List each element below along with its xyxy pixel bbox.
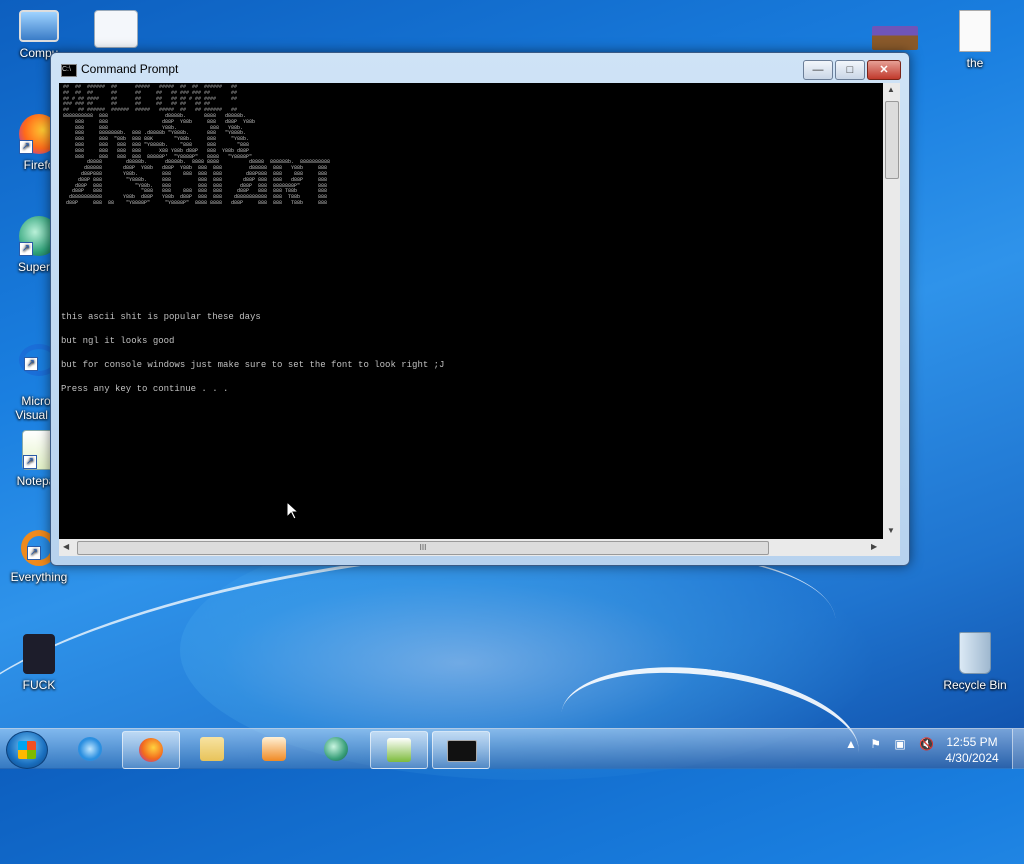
- shortcut-arrow-icon: ↗: [24, 357, 38, 371]
- scroll-left-arrow-icon[interactable]: ◀: [63, 542, 69, 551]
- taskbar-file-explorer[interactable]: [184, 731, 240, 767]
- folder-icon: [200, 737, 224, 761]
- horizontal-scroll-thumb[interactable]: III: [77, 541, 769, 555]
- console-text: this ascii shit is popular these days bu…: [61, 297, 444, 409]
- action-center-flag-icon[interactable]: ⚑: [870, 737, 881, 751]
- taskbar: ▲ ⚑ ▣ 🔇 12:55 PM 4/30/2024: [0, 728, 1024, 769]
- taskbar-supermium[interactable]: [308, 731, 364, 767]
- taskbar-command-prompt[interactable]: [432, 731, 490, 769]
- supermium-icon: [324, 737, 348, 761]
- console-line: Press any key to continue . . .: [61, 384, 229, 394]
- console-line: but ngl it looks good: [61, 336, 175, 346]
- desktop-icon-label: FUCK: [22, 678, 56, 692]
- horizontal-scrollbar[interactable]: ◀ III ▶: [59, 539, 883, 556]
- control-panel-icon: [94, 10, 138, 48]
- console-line: this ascii shit is popular these days: [61, 312, 261, 322]
- desktop-icon-fuck[interactable]: FUCK: [4, 634, 74, 692]
- computer-icon: [19, 10, 59, 42]
- taskbar-notepad-plus-plus[interactable]: [370, 731, 428, 769]
- desktop-icon-label: Everything: [10, 570, 68, 584]
- scroll-up-arrow-icon[interactable]: ▲: [887, 85, 895, 94]
- desktop-icon-control-panel[interactable]: [81, 10, 151, 52]
- scroll-right-arrow-icon[interactable]: ▶: [871, 542, 877, 551]
- taskbar-internet-explorer[interactable]: [62, 731, 118, 767]
- clock-date: 4/30/2024: [945, 751, 999, 765]
- network-icon[interactable]: ▣: [894, 737, 905, 751]
- desktop-icon-the[interactable]: the: [940, 10, 1010, 70]
- system-tray: ▲ ⚑ ▣ 🔇: [845, 737, 944, 751]
- desktop-icon-label: the: [966, 56, 984, 70]
- show-hidden-icons-chevron-icon[interactable]: ▲: [845, 737, 857, 751]
- recycle-bin-icon: [959, 632, 991, 674]
- clock[interactable]: 12:55 PM 4/30/2024: [940, 734, 1004, 766]
- shortcut-arrow-icon: ↗: [19, 242, 33, 256]
- minimize-button[interactable]: —: [803, 60, 833, 80]
- ascii-art: ## ## ###### ## ##### ##### ## ## ######…: [63, 84, 331, 206]
- shortcut-arrow-icon: ↗: [19, 140, 33, 154]
- window-titlebar[interactable]: C:\ Command Prompt — □ ✕: [51, 53, 909, 83]
- mouse-cursor-icon: [287, 502, 299, 520]
- internet-explorer-icon: [78, 737, 102, 761]
- media-player-icon: [262, 737, 286, 761]
- command-prompt-window[interactable]: C:\ Command Prompt — □ ✕ ## ## ###### ##…: [50, 52, 910, 566]
- text-document-icon: [959, 10, 991, 52]
- taskbar-firefox[interactable]: [122, 731, 180, 769]
- console-line: but for console windows just make sure t…: [61, 360, 445, 370]
- shortcut-arrow-icon: ↗: [23, 455, 37, 469]
- desktop-icon-label: Recycle Bin: [943, 678, 1007, 692]
- desktop-icon-game[interactable]: [860, 26, 930, 54]
- notepad-plus-plus-icon: [387, 738, 411, 762]
- firefox-file-icon: [23, 634, 55, 674]
- windows-logo-icon: [18, 741, 36, 759]
- command-prompt-icon: [447, 740, 477, 762]
- window-title: Command Prompt: [81, 62, 179, 76]
- console-output[interactable]: ## ## ###### ## ##### ##### ## ## ######…: [59, 83, 883, 539]
- clock-time: 12:55 PM: [946, 735, 998, 749]
- cmd-window-icon[interactable]: C:\: [61, 64, 77, 77]
- start-button[interactable]: [6, 731, 48, 769]
- close-button[interactable]: ✕: [867, 60, 901, 80]
- shortcut-arrow-icon: ↗: [27, 546, 41, 560]
- scrollbar-corner: [883, 539, 900, 556]
- maximize-button[interactable]: □: [835, 60, 865, 80]
- firefox-icon: [139, 738, 163, 762]
- game-icon: [872, 26, 918, 50]
- vertical-scroll-thumb[interactable]: [885, 101, 899, 179]
- scroll-down-arrow-icon[interactable]: ▼: [887, 526, 895, 535]
- show-desktop-button[interactable]: [1012, 729, 1024, 769]
- taskbar-media-player[interactable]: [246, 731, 302, 767]
- desktop-icon-recycle-bin[interactable]: Recycle Bin: [940, 632, 1010, 692]
- volume-muted-icon[interactable]: 🔇: [919, 737, 934, 751]
- vertical-scrollbar[interactable]: ▲ ▼: [883, 83, 900, 539]
